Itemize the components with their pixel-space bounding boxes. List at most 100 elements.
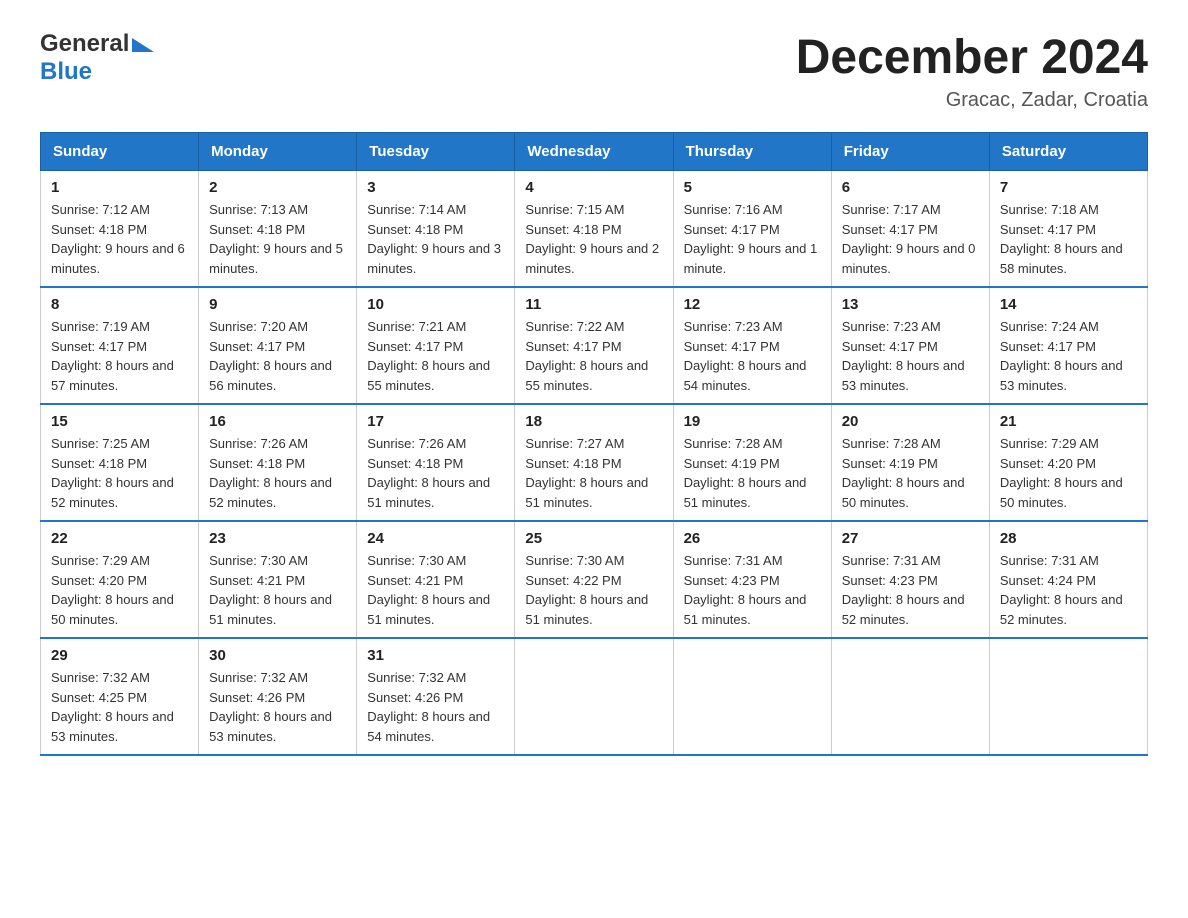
calendar-cell [673,638,831,755]
day-info: Sunrise: 7:32 AMSunset: 4:26 PMDaylight:… [209,668,346,746]
day-info: Sunrise: 7:26 AMSunset: 4:18 PMDaylight:… [209,434,346,512]
day-info: Sunrise: 7:19 AMSunset: 4:17 PMDaylight:… [51,317,188,395]
calendar-header-row: SundayMondayTuesdayWednesdayThursdayFrid… [41,133,1148,171]
calendar-cell: 4 Sunrise: 7:15 AMSunset: 4:18 PMDaylight… [515,171,673,288]
day-info: Sunrise: 7:21 AMSunset: 4:17 PMDaylight:… [367,317,504,395]
day-info: Sunrise: 7:31 AMSunset: 4:23 PMDaylight:… [684,551,821,629]
calendar-week-row: 22 Sunrise: 7:29 AMSunset: 4:20 PMDayligh… [41,521,1148,638]
day-info: Sunrise: 7:24 AMSunset: 4:17 PMDaylight:… [1000,317,1137,395]
calendar-cell: 10 Sunrise: 7:21 AMSunset: 4:17 PMDayligh… [357,287,515,404]
day-number: 16 [209,413,346,430]
calendar-cell: 27Sunrise: 7:31 AMSunset: 4:23 PMDayligh… [831,521,989,638]
day-number: 21 [1000,413,1137,430]
day-info: Sunrise: 7:32 AMSunset: 4:25 PMDaylight:… [51,668,188,746]
day-info: Sunrise: 7:23 AMSunset: 4:17 PMDaylight:… [684,317,821,395]
calendar-cell: 25 Sunrise: 7:30 AMSunset: 4:22 PMDayligh… [515,521,673,638]
day-number: 29 [51,647,188,664]
day-info: Sunrise: 7:22 AMSunset: 4:17 PMDaylight:… [525,317,662,395]
calendar-cell: 9 Sunrise: 7:20 AMSunset: 4:17 PMDaylight… [199,287,357,404]
calendar-cell: 31Sunrise: 7:32 AMSunset: 4:26 PMDayligh… [357,638,515,755]
day-number: 12 [684,296,821,313]
day-number: 20 [842,413,979,430]
day-info: Sunrise: 7:27 AMSunset: 4:18 PMDaylight:… [525,434,662,512]
day-info: Sunrise: 7:25 AMSunset: 4:18 PMDaylight:… [51,434,188,512]
calendar-cell: 6Sunrise: 7:17 AMSunset: 4:17 PMDaylight… [831,171,989,288]
calendar-cell: 1Sunrise: 7:12 AMSunset: 4:18 PMDaylight… [41,171,199,288]
day-number: 7 [1000,179,1137,196]
day-info: Sunrise: 7:29 AMSunset: 4:20 PMDaylight:… [51,551,188,629]
logo: General Blue [40,30,154,86]
page-header: General Blue December 2024 Gracac, Zadar… [40,30,1148,112]
day-info: Sunrise: 7:18 AMSunset: 4:17 PMDaylight:… [1000,200,1137,278]
day-info: Sunrise: 7:14 AMSunset: 4:18 PMDaylight:… [367,200,504,278]
calendar-cell: 28 Sunrise: 7:31 AMSunset: 4:24 PMDayligh… [989,521,1147,638]
day-info: Sunrise: 7:20 AMSunset: 4:17 PMDaylight:… [209,317,346,395]
day-number: 6 [842,179,979,196]
logo-general-text: General [40,30,129,58]
calendar-cell: 8 Sunrise: 7:19 AMSunset: 4:17 PMDaylight… [41,287,199,404]
calendar-cell: 12 Sunrise: 7:23 AMSunset: 4:17 PMDayligh… [673,287,831,404]
calendar-week-row: 1Sunrise: 7:12 AMSunset: 4:18 PMDaylight… [41,171,1148,288]
logo-blue-text: Blue [40,58,92,86]
calendar-cell: 24Sunrise: 7:30 AMSunset: 4:21 PMDayligh… [357,521,515,638]
day-info: Sunrise: 7:28 AMSunset: 4:19 PMDaylight:… [684,434,821,512]
day-number: 3 [367,179,504,196]
calendar-cell: 22 Sunrise: 7:29 AMSunset: 4:20 PMDayligh… [41,521,199,638]
day-number: 19 [684,413,821,430]
main-title: December 2024 [796,30,1148,85]
day-info: Sunrise: 7:15 AMSunset: 4:18 PMDaylight:… [525,200,662,278]
day-info: Sunrise: 7:16 AMSunset: 4:17 PMDaylight:… [684,200,821,278]
calendar-cell: 13 Sunrise: 7:23 AMSunset: 4:17 PMDayligh… [831,287,989,404]
day-of-week-header: Saturday [989,133,1147,171]
day-number: 25 [525,530,662,547]
day-info: Sunrise: 7:30 AMSunset: 4:22 PMDaylight:… [525,551,662,629]
calendar-cell: 3 Sunrise: 7:14 AMSunset: 4:18 PMDaylight… [357,171,515,288]
day-number: 27 [842,530,979,547]
calendar-cell: 15 Sunrise: 7:25 AMSunset: 4:18 PMDayligh… [41,404,199,521]
subtitle: Gracac, Zadar, Croatia [796,89,1148,112]
day-of-week-header: Thursday [673,133,831,171]
day-info: Sunrise: 7:32 AMSunset: 4:26 PMDaylight:… [367,668,504,746]
day-number: 2 [209,179,346,196]
day-info: Sunrise: 7:29 AMSunset: 4:20 PMDaylight:… [1000,434,1137,512]
day-info: Sunrise: 7:13 AMSunset: 4:18 PMDaylight:… [209,200,346,278]
calendar-cell: 11Sunrise: 7:22 AMSunset: 4:17 PMDayligh… [515,287,673,404]
calendar-cell: 7 Sunrise: 7:18 AMSunset: 4:17 PMDaylight… [989,171,1147,288]
day-info: Sunrise: 7:23 AMSunset: 4:17 PMDaylight:… [842,317,979,395]
day-number: 30 [209,647,346,664]
day-info: Sunrise: 7:12 AMSunset: 4:18 PMDaylight:… [51,200,188,278]
calendar-cell: 5 Sunrise: 7:16 AMSunset: 4:17 PMDaylight… [673,171,831,288]
day-number: 23 [209,530,346,547]
calendar-cell: 2 Sunrise: 7:13 AMSunset: 4:18 PMDaylight… [199,171,357,288]
day-number: 4 [525,179,662,196]
day-number: 22 [51,530,188,547]
day-number: 5 [684,179,821,196]
day-of-week-header: Monday [199,133,357,171]
day-of-week-header: Tuesday [357,133,515,171]
calendar-cell: 29 Sunrise: 7:32 AMSunset: 4:25 PMDayligh… [41,638,199,755]
day-of-week-header: Sunday [41,133,199,171]
day-info: Sunrise: 7:26 AMSunset: 4:18 PMDaylight:… [367,434,504,512]
calendar-week-row: 8 Sunrise: 7:19 AMSunset: 4:17 PMDaylight… [41,287,1148,404]
calendar-week-row: 29 Sunrise: 7:32 AMSunset: 4:25 PMDayligh… [41,638,1148,755]
day-info: Sunrise: 7:31 AMSunset: 4:24 PMDaylight:… [1000,551,1137,629]
calendar-cell: 14Sunrise: 7:24 AMSunset: 4:17 PMDayligh… [989,287,1147,404]
day-number: 9 [209,296,346,313]
calendar-cell: 26Sunrise: 7:31 AMSunset: 4:23 PMDayligh… [673,521,831,638]
day-number: 13 [842,296,979,313]
day-number: 28 [1000,530,1137,547]
calendar-cell: 16 Sunrise: 7:26 AMSunset: 4:18 PMDayligh… [199,404,357,521]
calendar-cell: 17 Sunrise: 7:26 AMSunset: 4:18 PMDayligh… [357,404,515,521]
day-number: 8 [51,296,188,313]
day-info: Sunrise: 7:30 AMSunset: 4:21 PMDaylight:… [367,551,504,629]
day-of-week-header: Friday [831,133,989,171]
day-info: Sunrise: 7:28 AMSunset: 4:19 PMDaylight:… [842,434,979,512]
day-of-week-header: Wednesday [515,133,673,171]
day-number: 15 [51,413,188,430]
calendar-cell: 30 Sunrise: 7:32 AMSunset: 4:26 PMDayligh… [199,638,357,755]
day-number: 17 [367,413,504,430]
calendar-cell [515,638,673,755]
calendar-cell: 20 Sunrise: 7:28 AMSunset: 4:19 PMDayligh… [831,404,989,521]
day-number: 10 [367,296,504,313]
calendar-week-row: 15 Sunrise: 7:25 AMSunset: 4:18 PMDayligh… [41,404,1148,521]
